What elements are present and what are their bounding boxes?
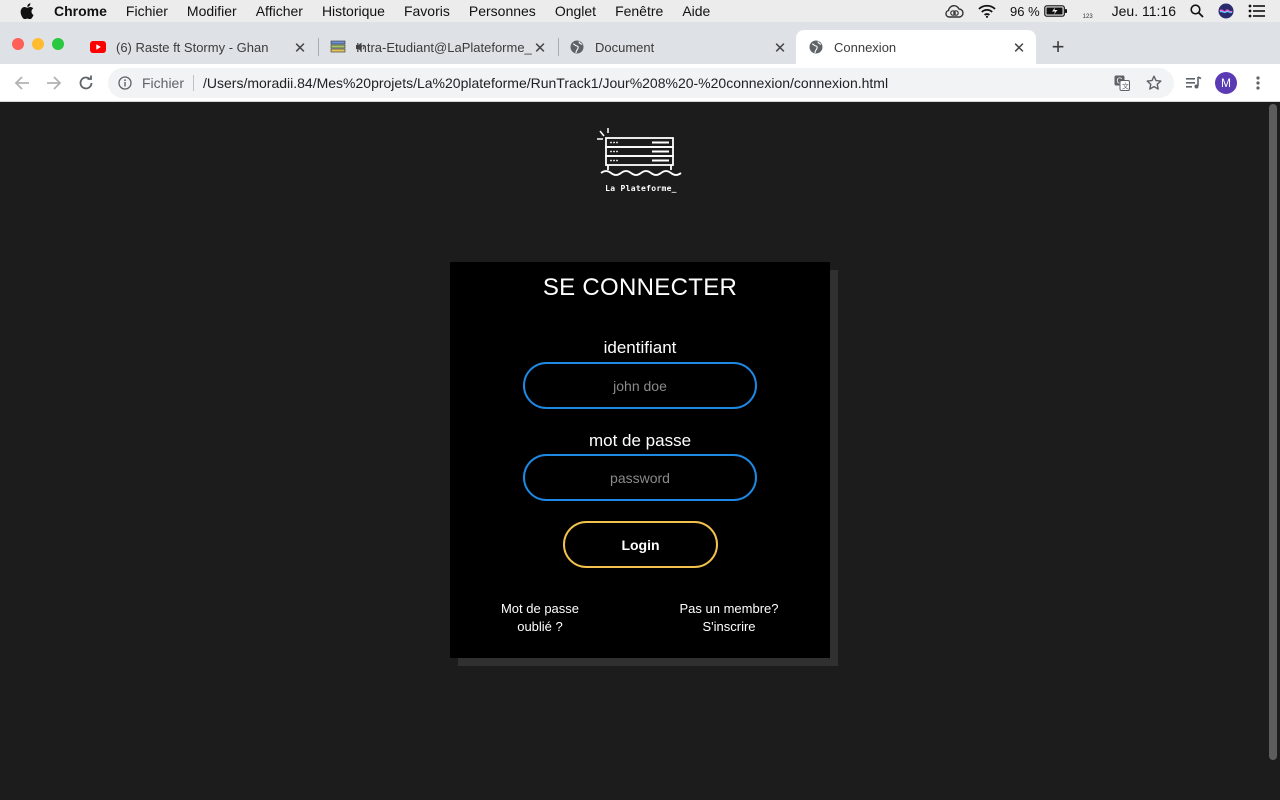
forgot-password-link[interactable]: Mot de passe oublié ? [475,600,605,636]
tab-title: Connexion [834,39,897,55]
forgot-password-line2: oublié ? [517,619,563,634]
close-tab-icon[interactable]: ✕ [772,39,788,57]
signup-link[interactable]: Pas un membre? S'inscrire [664,600,794,636]
username-label: identifiant [603,338,677,357]
more-vertical-icon [1256,76,1260,90]
browser-toolbar: Fichier /Users/moradii.84/Mes%20projets/… [0,64,1280,102]
translate-icon: G文 [1114,75,1130,91]
menu-favoris[interactable]: Favoris [404,3,450,19]
close-tab-icon[interactable]: ✕ [292,39,308,57]
bookmark-button[interactable] [1144,73,1164,93]
globe-icon [569,39,585,55]
menu-modifier[interactable]: Modifier [187,3,237,19]
playlist-icon [1186,76,1202,89]
signup-line2: S'inscrire [702,619,756,634]
tab-strip: (6) Raste ft Stormy - Ghan ✕ Intra-Etudi… [0,22,1280,64]
arrow-left-icon [14,76,29,90]
menu-historique[interactable]: Historique [322,3,385,19]
menu-fenetre[interactable]: Fenêtre [615,3,663,19]
laplateforme-icon [330,39,346,55]
tab-document[interactable]: Document ✕ [560,30,796,64]
menu-afficher[interactable]: Afficher [256,3,303,19]
url-divider [193,75,195,91]
tab-separator [558,38,559,56]
menu-fichier[interactable]: Fichier [126,3,168,19]
minimize-window-button[interactable] [32,38,44,50]
tab-youtube[interactable]: (6) Raste ft Stormy - Ghan ✕ [80,30,365,64]
forward-button[interactable] [44,73,64,93]
siri-icon[interactable] [1218,3,1234,19]
password-label: mot de passe [588,431,692,450]
menu-app-name[interactable]: Chrome [54,3,107,19]
info-icon[interactable] [118,75,134,91]
tab-connexion[interactable]: Connexion ✕ [796,30,1036,64]
tab-title: Document [595,39,655,55]
server-rack-logo-icon [597,128,682,176]
arrow-right-icon [47,76,62,90]
tab-title: Intra-Etudiant@LaPlateforme_ [356,39,532,55]
signup-line1: Pas un membre? [679,601,779,616]
keyboard-layout-flag-icon[interactable]: 123 [1082,3,1098,20]
scrollbar[interactable] [1269,104,1277,760]
creative-cloud-icon[interactable] [944,4,964,18]
tab-title: (6) Raste ft Stormy - Ghan [116,39,269,55]
star-icon [1146,75,1162,90]
apple-icon[interactable] [20,3,36,19]
globe-icon [808,39,824,55]
back-button[interactable] [12,73,32,93]
username-input[interactable] [523,362,757,409]
translate-button[interactable]: G文 [1112,73,1132,93]
battery-percent: 96 % [1010,3,1040,19]
mac-menu-bar: Chrome Fichier Modifier Afficher Histori… [0,0,1280,22]
close-tab-icon[interactable]: ✕ [532,39,548,57]
menu-aide[interactable]: Aide [682,3,710,19]
reload-icon [79,75,93,90]
password-input[interactable] [523,454,757,501]
new-tab-button[interactable]: + [1048,34,1068,60]
clock[interactable]: Jeu. 11:16 [1112,3,1176,19]
form-title: SE CONNECTER [542,274,738,301]
menu-onglet[interactable]: Onglet [555,3,596,19]
status-area: 96 % 123 Jeu. 11:16 [944,0,1280,22]
tab-intra-etudiant[interactable]: Intra-Etudiant@LaPlateforme_ ✕ [320,30,556,64]
menu-personnes[interactable]: Personnes [469,3,536,19]
forgot-password-line1: Mot de passe [500,601,580,616]
chrome-menu-button[interactable] [1248,73,1268,93]
window-controls [12,38,72,50]
reload-button[interactable] [76,73,96,93]
tab-separator [318,38,319,56]
profile-avatar[interactable]: M [1215,72,1237,94]
spotlight-search-icon[interactable] [1190,4,1204,18]
page-viewport: La Plateforme_ SE CONNECTER identifiant … [0,102,1280,800]
youtube-icon [90,39,106,55]
close-window-button[interactable] [12,38,24,50]
login-card: SE CONNECTER identifiant mot de passe Lo… [450,262,830,658]
close-tab-icon[interactable]: ✕ [1011,39,1027,57]
login-button[interactable]: Login [563,521,718,568]
battery-icon [1043,5,1067,17]
notification-center-icon[interactable] [1248,4,1266,18]
zoom-window-button[interactable] [52,38,64,50]
address-bar[interactable]: Fichier /Users/moradii.84/Mes%20projets/… [108,68,1174,98]
media-controls-button[interactable] [1184,73,1204,93]
keyboard-layout-number: 123 [1082,13,1093,20]
logo-text: La Plateforme_ [605,184,677,193]
url-text[interactable]: /Users/moradii.84/Mes%20projets/La%20pla… [203,75,888,91]
wifi-icon[interactable] [978,4,996,18]
url-scheme-label: Fichier [142,75,185,91]
svg-text:文: 文 [1122,82,1129,91]
la-plateforme-logo: La Plateforme_ [596,128,686,198]
battery-indicator[interactable]: 96 % [1010,4,1068,19]
